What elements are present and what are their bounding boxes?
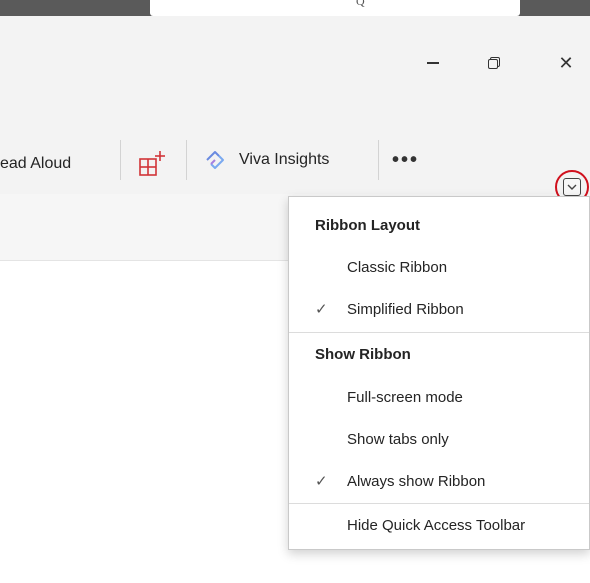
ribbon-toolbar: ead Aloud Viva Insights •••: [0, 128, 590, 194]
ribbon-divider: [186, 140, 187, 180]
viva-insights-icon: [206, 151, 224, 169]
more-options-button[interactable]: •••: [392, 149, 419, 172]
restore-icon: [488, 57, 500, 69]
ribbon-options-menu: Ribbon Layout Classic Ribbon ✓ Simplifie…: [288, 196, 590, 550]
window-top-tab: Q: [150, 0, 520, 16]
top-edge-glyph: Q: [356, 0, 365, 8]
minimize-icon: [427, 62, 439, 64]
close-button[interactable]: ✕: [546, 46, 586, 80]
chevron-down-icon: [563, 178, 581, 196]
full-screen-mode-label: Full-screen mode: [347, 389, 463, 406]
classic-ribbon-label: Classic Ribbon: [347, 259, 448, 276]
hide-quick-access-toolbar-label: Hide Quick Access Toolbar: [347, 517, 526, 534]
add-apps-icon: [139, 151, 165, 176]
simplified-ribbon-label: Simplified Ribbon: [347, 301, 464, 318]
minimize-button[interactable]: [413, 46, 453, 80]
read-aloud-label: ead Aloud: [0, 155, 72, 172]
menu-divider: [289, 503, 589, 504]
ribbon-divider: [120, 140, 121, 180]
checkmark-icon: ✓: [315, 473, 328, 490]
viva-insights-label: Viva Insights: [239, 151, 330, 168]
menu-item-always-show-ribbon[interactable]: ✓ Always show Ribbon: [289, 465, 589, 501]
more-icon: •••: [392, 149, 420, 171]
menu-item-simplified-ribbon[interactable]: ✓ Simplified Ribbon: [289, 293, 589, 329]
always-show-ribbon-label: Always show Ribbon: [347, 473, 486, 490]
ribbon-divider: [378, 140, 379, 180]
title-bar: ✕: [0, 16, 590, 128]
menu-item-classic-ribbon[interactable]: Classic Ribbon: [289, 251, 589, 287]
close-icon: ✕: [558, 52, 574, 73]
top-edge-bar: Q: [0, 0, 590, 16]
menu-item-show-tabs-only[interactable]: Show tabs only: [289, 423, 589, 459]
menu-item-hide-quick-access-toolbar[interactable]: Hide Quick Access Toolbar: [289, 509, 589, 545]
viva-insights-button[interactable]: Viva Insights: [203, 148, 329, 172]
menu-item-full-screen-mode[interactable]: Full-screen mode: [289, 381, 589, 417]
read-aloud-button[interactable]: ead Aloud: [0, 155, 71, 173]
restore-button[interactable]: [474, 46, 514, 80]
checkmark-icon: ✓: [315, 301, 328, 318]
menu-divider: [289, 332, 589, 333]
show-tabs-only-label: Show tabs only: [347, 431, 449, 448]
ribbon-layout-heading: Ribbon Layout: [315, 217, 420, 234]
show-ribbon-heading: Show Ribbon: [315, 346, 411, 363]
add-apps-button[interactable]: [133, 146, 173, 182]
